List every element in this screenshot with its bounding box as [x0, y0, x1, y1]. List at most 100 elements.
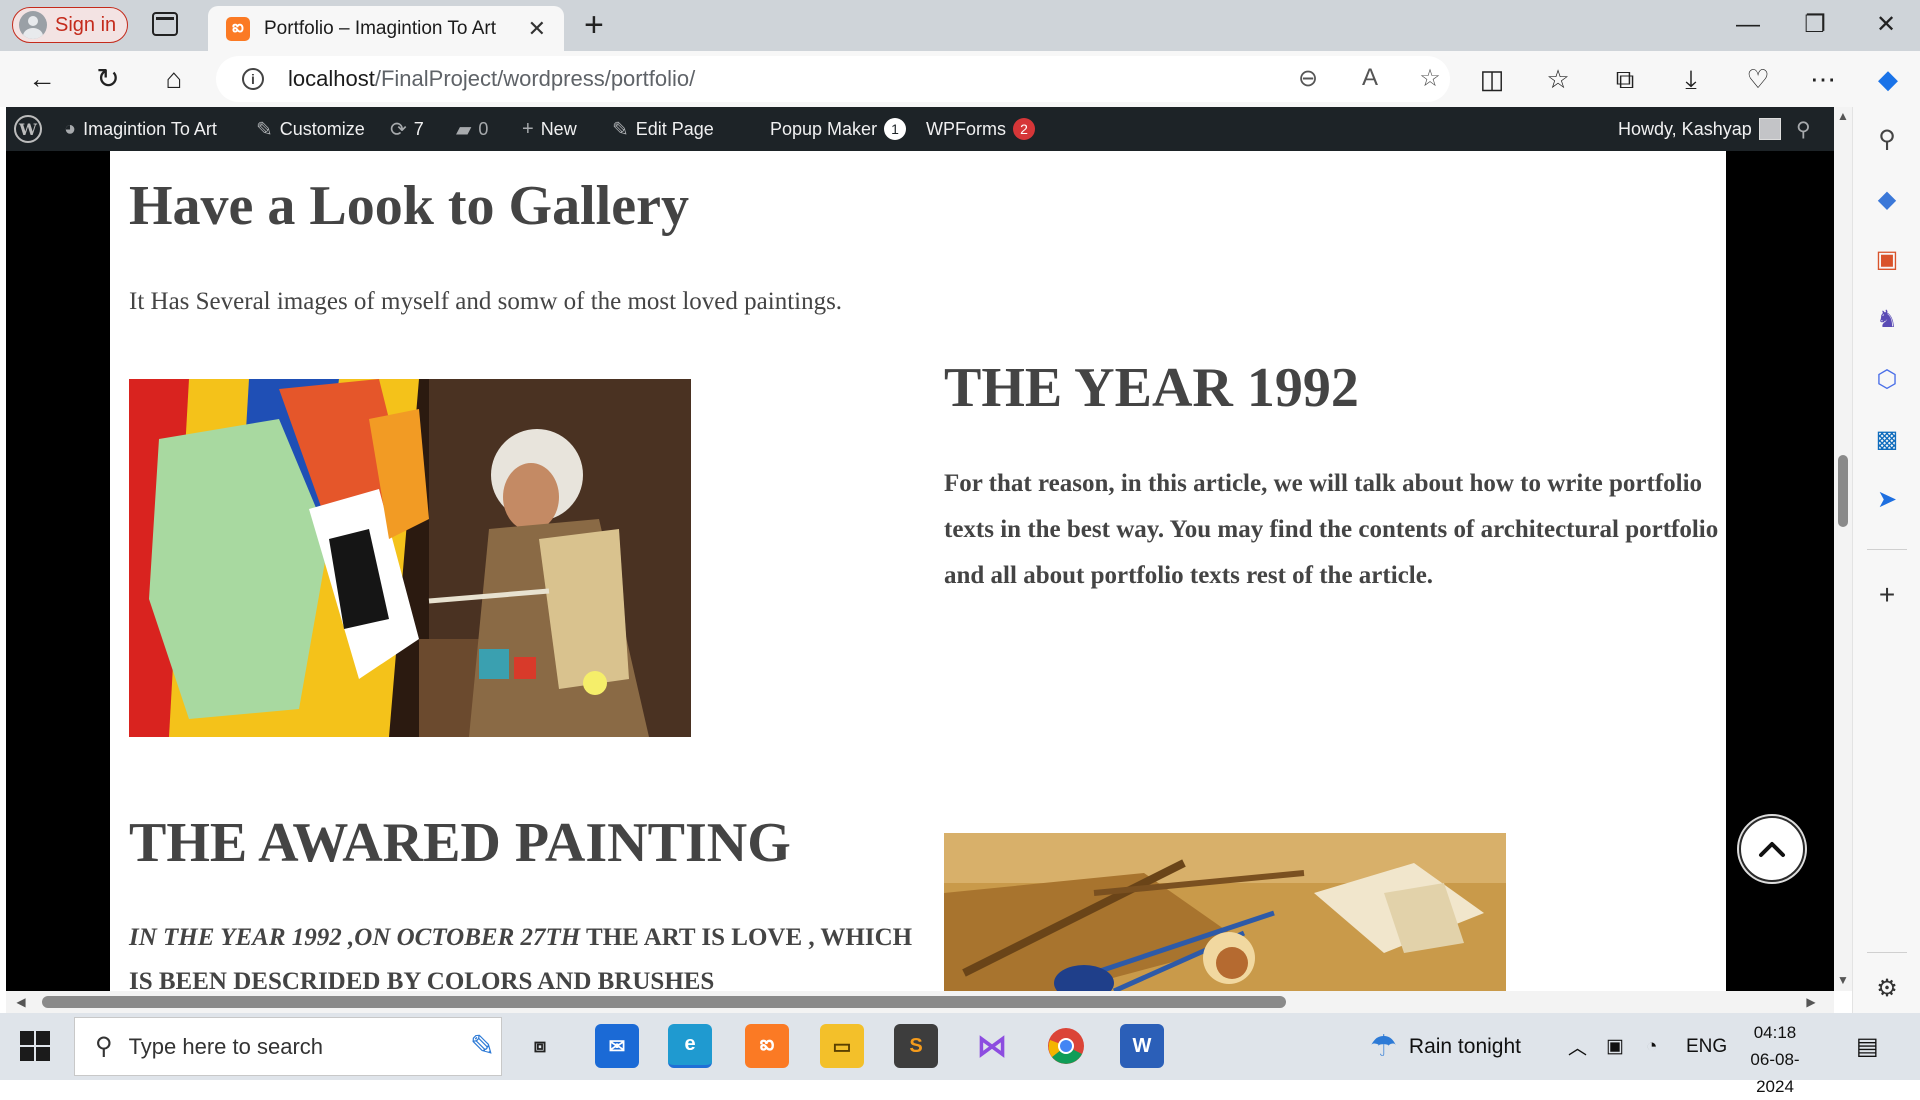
artist-painting-image — [129, 379, 691, 737]
page-left-border — [6, 151, 110, 991]
zoom-out-icon[interactable]: ⊖ — [1292, 64, 1324, 93]
scroll-left-arrow-icon[interactable]: ◀ — [12, 995, 30, 1009]
gallery-description: It Has Several images of myself and somw… — [129, 288, 843, 315]
tab-title: Portfolio – Imagintion To Art — [264, 17, 496, 39]
clock-date: 06-08-2024 — [1750, 1050, 1800, 1096]
popup-maker-badge: 1 — [884, 118, 907, 140]
rain-umbrella-icon: ☂ — [1370, 1030, 1397, 1063]
year-heading: THE YEAR 1992 — [944, 357, 1359, 419]
browser-tab-strip: Sign in ఐ Portfolio – Imagintion To Art … — [0, 0, 1920, 51]
horizontal-scroll-thumb[interactable] — [42, 996, 1286, 1008]
wpforms-label: WPForms — [926, 118, 1006, 139]
xampp-favicon-icon: ఐ — [226, 16, 250, 41]
favorite-star-icon[interactable]: ☆ — [1414, 64, 1446, 93]
edge-app-icon[interactable]: e — [668, 1024, 712, 1068]
wp-customize[interactable]: ✎ Customize — [256, 107, 365, 151]
shopping-tag-icon[interactable]: ◆ — [1871, 184, 1903, 216]
dashboard-icon: ◕ — [64, 117, 77, 140]
wp-search[interactable]: ⚲ — [1796, 107, 1811, 151]
wp-my-account[interactable]: Howdy, Kashyap — [1618, 107, 1781, 151]
wp-edit-page[interactable]: ✎ Edit Page — [612, 107, 714, 151]
file-explorer-icon[interactable]: ▭ — [820, 1024, 864, 1068]
address-bar[interactable]: i localhost/FinalProject/wordpress/portf… — [216, 56, 1450, 102]
copilot-icon[interactable]: ◆ — [1871, 63, 1905, 95]
tray-overflow-chevron-icon[interactable]: ︿ — [1568, 1013, 1587, 1080]
language-indicator[interactable]: ENG — [1686, 1013, 1727, 1080]
task-view-icon[interactable]: ⧈ — [518, 1024, 562, 1068]
customize-label: Customize — [279, 118, 365, 139]
wp-wpforms[interactable]: WPForms 2 — [926, 107, 1035, 151]
refresh-icon[interactable]: ↻ — [92, 63, 124, 95]
wp-comments[interactable]: ▰ 0 — [456, 107, 488, 151]
horizontal-scrollbar[interactable]: ◀ ▶ — [6, 991, 1834, 1013]
word-app-icon[interactable]: W — [1120, 1024, 1164, 1068]
scroll-to-top-button[interactable] — [1739, 816, 1805, 882]
minimize-icon[interactable]: — — [1728, 6, 1768, 44]
site-info-icon[interactable]: i — [242, 68, 264, 90]
weather-widget[interactable]: ☂ Rain tonight — [1370, 1013, 1521, 1080]
tools-briefcase-icon[interactable]: ▣ — [1871, 244, 1903, 276]
new-tab-icon[interactable]: + — [584, 6, 604, 44]
microsoft-365-icon[interactable]: ⬡ — [1871, 364, 1903, 396]
page-content: Have a Look to Gallery It Has Several im… — [110, 151, 1726, 991]
notifications-icon[interactable]: ▤ — [1856, 1013, 1879, 1080]
downloads-icon[interactable]: ⤓ — [1674, 63, 1708, 95]
vertical-scrollbar[interactable]: ▲ ▼ — [1834, 107, 1852, 991]
browser-essentials-icon[interactable]: ♡ — [1741, 63, 1775, 95]
award-paragraph: IN THE YEAR 1992 ,ON OCTOBER 27TH THE AR… — [129, 916, 919, 991]
howdy-label: Howdy, Kashyap — [1618, 118, 1752, 139]
wp-site-name[interactable]: ◕ Imagintion To Art — [64, 107, 217, 151]
xampp-app-icon[interactable]: ఐ — [745, 1024, 789, 1068]
wifi-icon[interactable]: ◔ — [1646, 1013, 1657, 1080]
updates-count: 7 — [413, 118, 424, 139]
popup-maker-label: Popup Maker — [770, 118, 878, 139]
active-tab[interactable]: ఐ Portfolio – Imagintion To Art ✕ — [208, 6, 564, 51]
sidebar-divider — [1867, 549, 1907, 550]
drop-send-icon[interactable]: ➤ — [1871, 484, 1903, 516]
pencil-icon: ✎ — [612, 118, 629, 141]
windows-start-icon[interactable] — [20, 1031, 50, 1061]
brush-icon: ✎ — [256, 118, 273, 141]
sidebar-settings-gear-icon[interactable]: ⚙ — [1871, 973, 1903, 1005]
outlook-icon[interactable]: ▩ — [1871, 424, 1903, 456]
split-screen-icon[interactable]: ◫ — [1475, 63, 1509, 95]
vertical-scroll-thumb[interactable] — [1838, 455, 1848, 527]
scroll-right-arrow-icon[interactable]: ▶ — [1802, 995, 1820, 1009]
tab-actions-icon[interactable] — [152, 12, 178, 36]
sublime-text-icon[interactable]: S — [894, 1024, 938, 1068]
games-icon[interactable]: ♞ — [1871, 304, 1903, 336]
navigation-bar: ← ↻ ⌂ i localhost/FinalProject/wordpress… — [0, 51, 1920, 107]
wp-popup-maker[interactable]: Popup Maker 1 — [770, 107, 907, 151]
url-text[interactable]: localhost/FinalProject/wordpress/portfol… — [288, 66, 695, 92]
close-tab-icon[interactable]: ✕ — [528, 16, 546, 42]
wp-logo-menu[interactable]: W — [14, 107, 42, 151]
system-clock[interactable]: 04:18 06-08-2024 — [1735, 1019, 1815, 1100]
sidebar-search-icon[interactable]: ⚲ — [1871, 124, 1903, 156]
plus-icon: + — [522, 117, 534, 140]
taskbar-search-box[interactable]: ⚲ Type here to search ✎ — [74, 1017, 502, 1076]
favorites-icon[interactable]: ☆ — [1541, 63, 1575, 95]
restore-icon[interactable]: ❐ — [1795, 6, 1835, 44]
collections-icon[interactable]: ⧉ — [1608, 63, 1642, 95]
wp-admin-bar: W ◕ Imagintion To Art ✎ Customize ⟳ 7 ▰ … — [6, 107, 1834, 151]
read-aloud-icon[interactable]: A — [1354, 64, 1386, 92]
wp-updates[interactable]: ⟳ 7 — [390, 107, 424, 151]
scroll-down-arrow-icon[interactable]: ▼ — [1834, 973, 1852, 987]
close-window-icon[interactable]: ✕ — [1866, 6, 1906, 44]
edge-sidebar: ⚲ ◆ ▣ ♞ ⬡ ▩ ➤ + ⚙ — [1852, 107, 1920, 1013]
scroll-up-arrow-icon[interactable]: ▲ — [1834, 109, 1852, 123]
awarded-painting-image — [944, 833, 1506, 991]
tray-device-icon[interactable]: ▣ — [1606, 1013, 1624, 1080]
add-sidebar-item-icon[interactable]: + — [1871, 579, 1903, 611]
visual-studio-icon[interactable]: ⋈ — [970, 1024, 1014, 1068]
more-menu-icon[interactable]: ⋯ — [1806, 63, 1840, 95]
chrome-app-icon[interactable] — [1044, 1024, 1088, 1068]
user-avatar — [1758, 118, 1781, 140]
home-icon[interactable]: ⌂ — [158, 63, 190, 95]
sidebar-divider-bottom — [1867, 952, 1907, 953]
back-icon[interactable]: ← — [26, 63, 58, 95]
mail-app-icon[interactable]: ✉ — [595, 1024, 639, 1068]
wp-new-content[interactable]: + New — [522, 107, 577, 151]
updates-icon: ⟳ — [390, 118, 407, 141]
sign-in-button[interactable]: Sign in — [12, 7, 128, 43]
